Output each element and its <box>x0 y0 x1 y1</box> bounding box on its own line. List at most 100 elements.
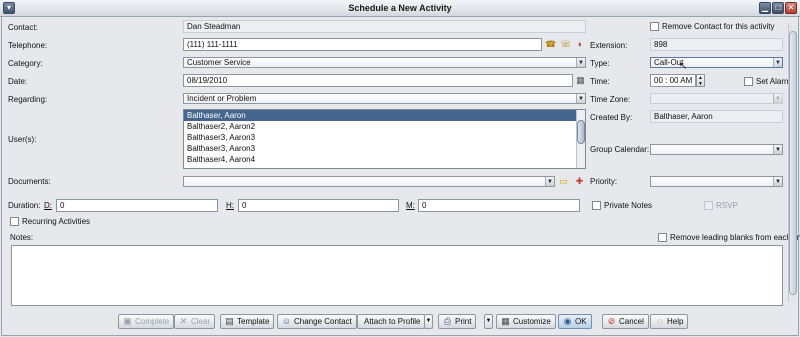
template-button[interactable]: ▤ Template <box>220 314 275 329</box>
clear-button[interactable]: ✕ Clear <box>174 314 216 329</box>
check-icon: ▣ <box>123 316 132 326</box>
mouse-cursor-icon: ↖ <box>679 61 688 72</box>
chevron-down-icon[interactable]: ▼ <box>576 94 585 103</box>
folder-icon[interactable]: ▭ <box>558 176 569 187</box>
print-menu-chevron-down-icon[interactable]: ▼ <box>484 314 493 329</box>
attach-document-icon[interactable]: ✚ <box>574 176 585 187</box>
telephone-label: Telephone: <box>8 41 48 50</box>
help-button[interactable]: ◌ Help <box>650 314 689 329</box>
recurring-checkbox[interactable] <box>10 217 19 226</box>
regarding-select[interactable]: Incident or Problem ▼ <box>183 93 586 104</box>
remove-contact-checkbox[interactable] <box>650 22 659 31</box>
users-list[interactable]: Balthaser, Aaron Balthaser2, Aaron2 Balt… <box>183 109 586 169</box>
list-item[interactable]: Balthaser4, Aaron4 <box>184 154 585 165</box>
print-button[interactable]: ⎙ Print <box>438 314 477 329</box>
close-icon[interactable]: ✕ <box>785 2 797 14</box>
users-scrollbar[interactable] <box>576 110 585 168</box>
created-by-label: Created By: <box>590 113 633 122</box>
ok-label: OK <box>575 317 587 326</box>
title-bar: ▾ Schedule a New Activity ▁ □ ✕ <box>0 0 800 17</box>
duration-h-label: H: <box>226 201 234 210</box>
dialog-scrollbar[interactable] <box>788 23 797 302</box>
time-spinner-icon[interactable]: ▲ ▼ <box>696 74 705 87</box>
category-value: Customer Service <box>187 58 251 67</box>
duration-minutes-input[interactable]: 0 <box>418 199 580 212</box>
date-label: Date: <box>8 77 28 86</box>
chevron-down-icon[interactable]: ▼ <box>773 94 782 103</box>
scroll-thumb[interactable] <box>577 120 585 144</box>
list-item[interactable]: Balthaser3, Aaron3 <box>184 132 585 143</box>
time-ampm[interactable]: AM <box>680 76 692 85</box>
extension-label: Extension: <box>590 41 628 50</box>
cancel-icon: ⊘ <box>607 316 616 326</box>
print-label: Print <box>455 317 472 326</box>
priority-select[interactable]: ▼ <box>650 176 783 187</box>
calendar-icon[interactable]: ▦ <box>575 75 586 86</box>
rsvp-label: RSVP <box>716 201 738 210</box>
list-item[interactable]: Balthaser3, Aaron3 <box>184 143 585 154</box>
extension-field: 898 <box>650 38 783 51</box>
template-icon: ▤ <box>225 316 234 326</box>
set-alarm-checkbox[interactable] <box>744 77 753 86</box>
contact-field: Dan Steadman <box>183 20 586 33</box>
clear-label: Clear <box>191 317 211 326</box>
window-title: Schedule a New Activity <box>348 3 452 13</box>
type-label: Type: <box>590 59 610 68</box>
help-icon: ◌ <box>656 316 663 326</box>
clear-icon: ✕ <box>179 316 188 326</box>
notes-textarea[interactable] <box>11 245 783 306</box>
complete-label: Complete <box>135 317 170 326</box>
private-notes-label: Private Notes <box>604 201 653 210</box>
duration-hours-input[interactable]: 0 <box>238 199 399 212</box>
phone-icon[interactable]: ☎ <box>545 39 556 50</box>
group-calendar-select[interactable]: ▼ <box>650 144 783 155</box>
type-select[interactable]: Call-Out ▼ <box>650 57 783 68</box>
ok-icon: ◉ <box>563 316 572 326</box>
change-contact-label: Change Contact <box>294 317 352 326</box>
duration-days-input[interactable]: 0 <box>56 199 218 212</box>
users-label: User(s): <box>8 135 37 144</box>
documents-label: Documents: <box>8 177 51 186</box>
regarding-label: Regarding: <box>8 95 48 104</box>
dialog-body: Contact: Telephone: Category: Date: Rega… <box>1 17 800 336</box>
minimize-icon[interactable]: ▁ <box>759 2 771 14</box>
remove-blanks-label: Remove leading blanks from each line <box>670 233 800 242</box>
chevron-down-icon[interactable]: ▼ <box>545 177 554 186</box>
time-hours[interactable]: 00 <box>654 76 663 85</box>
date-field[interactable]: 08/19/2010 <box>183 74 573 87</box>
ok-button[interactable]: ◉ OK <box>558 314 592 329</box>
documents-select[interactable]: ▼ <box>183 176 555 187</box>
remove-contact-label: Remove Contact for this activity <box>662 22 775 31</box>
customize-button[interactable]: ▦ Customize <box>496 314 556 329</box>
chevron-down-icon[interactable]: ▼ <box>773 145 782 154</box>
attach-to-profile-button[interactable]: Attach to Profile <box>357 314 426 329</box>
contact-icon: ☺ <box>281 316 292 326</box>
chevron-down-icon[interactable]: ▼ <box>773 58 782 67</box>
chevron-down-icon[interactable]: ▼ <box>576 58 585 67</box>
template-label: Template <box>237 317 270 326</box>
speaker-icon[interactable]: ◖ <box>574 39 585 50</box>
created-by-field: Balthaser, Aaron <box>650 110 783 123</box>
change-contact-button[interactable]: ☺ Change Contact <box>277 314 357 329</box>
time-field[interactable]: 00 : 00 AM <box>650 74 696 87</box>
set-alarm-label: Set Alarm <box>756 77 791 86</box>
scroll-thumb[interactable] <box>789 31 797 295</box>
regarding-value: Incident or Problem <box>187 94 257 103</box>
category-select[interactable]: Customer Service ▼ <box>183 57 586 68</box>
complete-button[interactable]: ▣ Complete <box>118 314 175 329</box>
attach-menu-chevron-down-icon[interactable]: ▼ <box>424 314 433 329</box>
phone-dial-icon[interactable]: ☏ <box>560 39 571 50</box>
list-item[interactable]: Balthaser2, Aaron2 <box>184 121 585 132</box>
private-notes-checkbox[interactable] <box>592 201 601 210</box>
maximize-icon[interactable]: □ <box>772 2 784 14</box>
time-zone-select[interactable]: ▼ <box>650 93 783 104</box>
cancel-button[interactable]: ⊘ Cancel <box>602 314 649 329</box>
remove-blanks-checkbox[interactable] <box>658 233 667 242</box>
time-zone-label: Time Zone: <box>590 95 631 104</box>
list-item[interactable]: Balthaser, Aaron <box>184 110 585 121</box>
telephone-field[interactable]: (111) 111-1111 <box>183 38 542 51</box>
help-label: Help <box>667 317 684 326</box>
chevron-down-icon[interactable]: ▼ <box>773 177 782 186</box>
time-minutes[interactable]: 00 <box>670 76 679 85</box>
rsvp-checkbox[interactable] <box>704 201 713 210</box>
